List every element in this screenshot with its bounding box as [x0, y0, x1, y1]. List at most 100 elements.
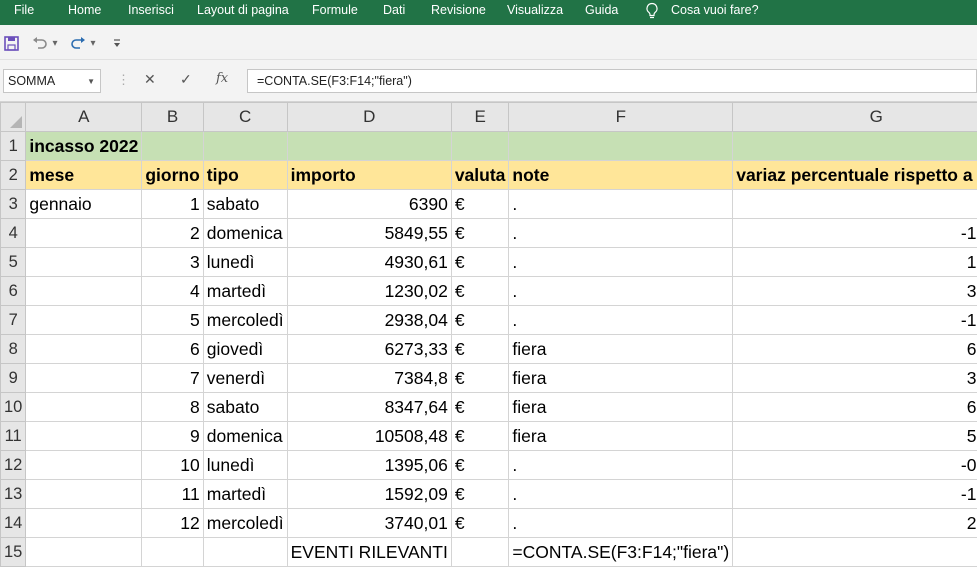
cell-b2[interactable]: giorno — [141, 160, 204, 190]
redo-icon[interactable] — [69, 34, 87, 52]
cell-d15[interactable]: EVENTI RILEVANTI — [286, 537, 452, 567]
cell-a15[interactable] — [25, 537, 143, 567]
cell-f4[interactable]: . — [508, 218, 734, 248]
row-header[interactable]: 2 — [0, 160, 27, 190]
cell-d8[interactable]: 6273,33 — [286, 334, 452, 364]
save-icon[interactable] — [3, 34, 19, 52]
row-header[interactable]: 7 — [0, 305, 27, 335]
row-header[interactable]: 5 — [0, 247, 27, 277]
cell-e14[interactable]: € — [450, 508, 510, 538]
cell-g15[interactable] — [732, 537, 977, 567]
cell-a14[interactable] — [25, 508, 143, 538]
cell-g10[interactable]: 6,45% — [732, 392, 977, 422]
cell-d9[interactable]: 7384,8 — [286, 363, 452, 393]
cell-e6[interactable]: € — [450, 276, 510, 306]
undo-dropdown-icon[interactable]: ▾ — [51, 34, 59, 52]
cell-d14[interactable]: 3740,01 — [286, 508, 452, 538]
cell-a4[interactable] — [25, 218, 143, 248]
cell-f13[interactable]: . — [508, 479, 734, 509]
cell-g1[interactable] — [732, 131, 977, 161]
column-header-c[interactable]: C — [202, 102, 288, 132]
cell-d12[interactable]: 1395,06 — [286, 450, 452, 480]
select-all-corner[interactable] — [0, 102, 27, 132]
cell-e3[interactable]: € — [450, 189, 510, 219]
menu-inserisci[interactable]: Inserisci — [128, 3, 174, 17]
column-header-d[interactable]: D — [286, 102, 452, 132]
row-header[interactable]: 10 — [0, 392, 27, 422]
cell-c6[interactable]: martedì — [202, 276, 288, 306]
cell-f12[interactable]: . — [508, 450, 734, 480]
cell-b10[interactable]: 8 — [141, 392, 204, 422]
cell-e7[interactable]: € — [450, 305, 510, 335]
row-header[interactable]: 8 — [0, 334, 27, 364]
row-header[interactable]: 6 — [0, 276, 27, 306]
cell-e11[interactable]: € — [450, 421, 510, 451]
cell-a1[interactable]: incasso 2022 — [25, 131, 143, 161]
cell-b4[interactable]: 2 — [141, 218, 204, 248]
cell-c2[interactable]: tipo — [202, 160, 288, 190]
cell-b11[interactable]: 9 — [141, 421, 204, 451]
cell-e12[interactable]: € — [450, 450, 510, 480]
cell-g8[interactable]: 6,70% — [732, 334, 977, 364]
cell-b5[interactable]: 3 — [141, 247, 204, 277]
cell-d6[interactable]: 1230,02 — [286, 276, 452, 306]
redo-dropdown-icon[interactable]: ▾ — [89, 34, 97, 52]
cell-b9[interactable]: 7 — [141, 363, 204, 393]
cell-g5[interactable]: 1,50% — [732, 247, 977, 277]
chevron-down-icon[interactable]: ▼ — [87, 71, 95, 93]
cell-e4[interactable]: € — [450, 218, 510, 248]
column-header-e[interactable]: E — [450, 102, 510, 132]
cell-d1[interactable] — [286, 131, 452, 161]
row-header[interactable]: 11 — [0, 421, 27, 451]
cell-g4[interactable]: -1,45% — [732, 218, 977, 248]
row-header[interactable]: 14 — [0, 508, 27, 538]
cell-d4[interactable]: 5849,55 — [286, 218, 452, 248]
cell-a9[interactable] — [25, 363, 143, 393]
menu-dati[interactable]: Dati — [383, 3, 405, 17]
enter-icon[interactable]: ✓ — [180, 71, 192, 88]
cell-e1[interactable] — [450, 131, 510, 161]
customize-toolbar-icon[interactable] — [112, 34, 122, 52]
cell-f3[interactable]: . — [508, 189, 734, 219]
cell-e2[interactable]: valuta — [450, 160, 510, 190]
menu-formule[interactable]: Formule — [312, 3, 358, 17]
cell-d2[interactable]: importo — [286, 160, 452, 190]
cell-c1[interactable] — [202, 131, 288, 161]
cell-c10[interactable]: sabato — [202, 392, 288, 422]
cell-e10[interactable]: € — [450, 392, 510, 422]
cell-a3[interactable]: gennaio — [25, 189, 143, 219]
cell-c11[interactable]: domenica — [202, 421, 288, 451]
cell-a8[interactable] — [25, 334, 143, 364]
column-header-b[interactable]: B — [141, 102, 204, 132]
cell-d13[interactable]: 1592,09 — [286, 479, 452, 509]
menu-layout[interactable]: Layout di pagina — [197, 3, 289, 17]
cell-f7[interactable]: . — [508, 305, 734, 335]
menu-visualizza[interactable]: Visualizza — [507, 3, 563, 17]
cell-f8[interactable]: fiera — [508, 334, 734, 364]
column-header-g[interactable]: G — [732, 102, 977, 132]
name-box[interactable]: SOMMA ▼ — [3, 69, 101, 93]
cell-c3[interactable]: sabato — [202, 189, 288, 219]
insert-function-icon[interactable]: fx — [216, 71, 228, 86]
cell-a10[interactable] — [25, 392, 143, 422]
cell-c5[interactable]: lunedì — [202, 247, 288, 277]
cell-f9[interactable]: fiera — [508, 363, 734, 393]
cell-c12[interactable]: lunedì — [202, 450, 288, 480]
cell-f11[interactable]: fiera — [508, 421, 734, 451]
cell-g3[interactable]: 3% — [732, 189, 977, 219]
cell-d3[interactable]: 6390 — [286, 189, 452, 219]
cell-b8[interactable]: 6 — [141, 334, 204, 364]
cell-f14[interactable]: . — [508, 508, 734, 538]
row-header[interactable]: 12 — [0, 450, 27, 480]
cell-b6[interactable]: 4 — [141, 276, 204, 306]
cell-b1[interactable] — [141, 131, 204, 161]
cell-b12[interactable]: 10 — [141, 450, 204, 480]
cell-g9[interactable]: 3,30% — [732, 363, 977, 393]
cell-f6[interactable]: . — [508, 276, 734, 306]
formula-input[interactable]: =CONTA.SE(F3:F14;"fiera") — [247, 69, 977, 93]
cell-g14[interactable]: 2,03% — [732, 508, 977, 538]
menu-revisione[interactable]: Revisione — [431, 3, 486, 17]
cell-a5[interactable] — [25, 247, 143, 277]
menu-guida[interactable]: Guida — [585, 3, 618, 17]
column-header-f[interactable]: F — [508, 102, 734, 132]
